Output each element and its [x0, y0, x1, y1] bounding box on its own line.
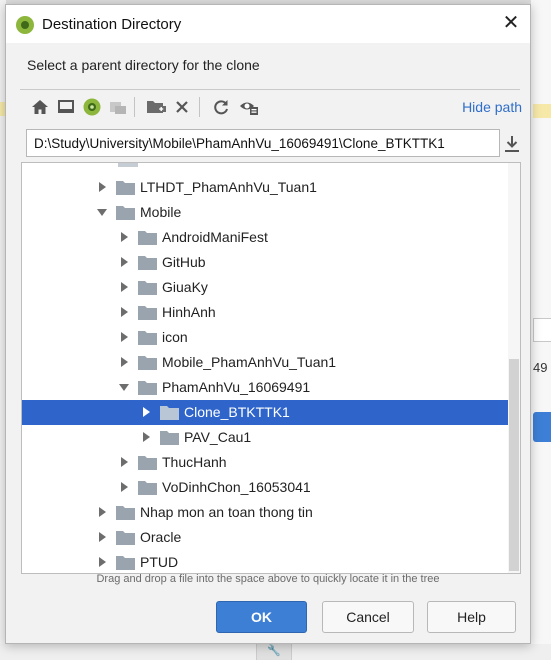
chevron-right-icon[interactable]	[96, 531, 108, 543]
tree-row-label: Mobile	[140, 204, 182, 220]
folder-icon	[116, 531, 135, 545]
tree-row-label: VoDinhChon_16053041	[162, 479, 311, 495]
folder-icon	[160, 406, 179, 420]
folder-icon	[116, 506, 135, 520]
tree-row[interactable]: LTHDT_PhamAnhVu_Tuan1	[22, 175, 508, 200]
tree-row[interactable]: AndroidManiFest	[22, 225, 508, 250]
chevron-right-icon[interactable]	[118, 306, 130, 318]
tree-row-label: GiuaKy	[162, 279, 208, 295]
dialog-subtitle: Select a parent directory for the clone	[27, 57, 260, 73]
destination-directory-dialog: Destination Directory ✕ Select a parent …	[5, 4, 531, 644]
file-chooser-toolbar: Hide path	[26, 93, 524, 121]
chevron-down-icon[interactable]	[96, 206, 108, 218]
tree-row[interactable]: Oracle	[22, 525, 508, 550]
dialog-title: Destination Directory	[42, 16, 182, 33]
close-icon[interactable]: ✕	[500, 13, 522, 35]
folder-icon	[116, 206, 135, 220]
chevron-right-icon[interactable]	[118, 481, 130, 493]
tree-row-label: icon	[162, 329, 188, 345]
tree-row[interactable]: Mobile	[22, 200, 508, 225]
tree-row[interactable]: ThucHanh	[22, 450, 508, 475]
background-text: 49	[533, 360, 548, 375]
tree-row-label: AndroidManiFest	[162, 229, 268, 245]
hide-path-link[interactable]: Hide path	[462, 99, 522, 115]
refresh-icon[interactable]	[210, 96, 232, 118]
chevron-right-icon[interactable]	[118, 281, 130, 293]
tree-row[interactable]: HinhAnh	[22, 300, 508, 325]
tree-row[interactable]: Mobile_PhamAnhVu_Tuan1	[22, 350, 508, 375]
folder-icon	[138, 281, 157, 295]
android-project-icon[interactable]	[81, 96, 103, 118]
tree-row-label: HinhAnh	[162, 304, 216, 320]
tree-row[interactable]: Nhap mon an toan thong tin	[22, 500, 508, 525]
home-icon[interactable]	[29, 96, 51, 118]
tree-row[interactable]: GiuaKy	[22, 275, 508, 300]
tree-row-label: GitHub	[162, 254, 206, 270]
folder-icon	[138, 356, 157, 370]
delete-icon[interactable]	[171, 96, 193, 118]
directory-tree[interactable]: LTHDT_PhamAnhVu_Tuan1 Mobile AndroidManiFe…	[21, 162, 521, 574]
tree-row-partial	[118, 163, 138, 167]
tree-row[interactable]: icon	[22, 325, 508, 350]
ok-button[interactable]: OK	[216, 601, 307, 633]
drag-drop-hint: Drag and drop a file into the space abov…	[96, 573, 440, 585]
new-folder-icon[interactable]	[145, 96, 167, 118]
folder-icon	[138, 481, 157, 495]
background-primary-button	[533, 412, 551, 442]
background-notification-strip-right	[533, 104, 551, 118]
path-input[interactable]	[26, 129, 500, 157]
background-wrench-icon: 🔧	[256, 644, 292, 660]
toolbar-separator	[199, 97, 200, 117]
tree-row[interactable]: PAV_Cau1	[22, 425, 508, 450]
tree-row-label: Oracle	[140, 529, 182, 545]
folder-icon	[138, 381, 157, 395]
tree-row-label: Clone_BTKTTK1	[184, 404, 290, 420]
tree-row[interactable]: GitHub	[22, 250, 508, 275]
chevron-right-icon[interactable]	[140, 406, 152, 418]
chevron-right-icon[interactable]	[140, 431, 152, 443]
tree-row-label: LTHDT_PhamAnhVu_Tuan1	[140, 179, 317, 195]
tree-scrollbar[interactable]	[508, 163, 520, 573]
title-bar: Destination Directory ✕	[6, 5, 530, 43]
folder-icon	[138, 306, 157, 320]
divider	[20, 89, 520, 90]
chevron-right-icon[interactable]	[118, 256, 130, 268]
tree-row[interactable]: PhamAnhVu_16069491	[22, 375, 508, 400]
folder-icon	[160, 431, 179, 445]
tree-row-label: ThucHanh	[162, 454, 227, 470]
chevron-right-icon[interactable]	[118, 456, 130, 468]
tree-row[interactable]: VoDinhChon_16053041	[22, 475, 508, 500]
folder-icon	[138, 331, 157, 345]
tree-row-label: PhamAnhVu_16069491	[162, 379, 311, 395]
toolbar-separator	[134, 97, 135, 117]
folder-icon	[116, 556, 135, 570]
scrollbar-thumb[interactable]	[509, 359, 519, 571]
chevron-right-icon[interactable]	[96, 181, 108, 193]
folder-icon	[138, 256, 157, 270]
tree-row-label: Mobile_PhamAnhVu_Tuan1	[162, 354, 337, 370]
help-button[interactable]: Help	[427, 601, 516, 633]
cancel-button[interactable]: Cancel	[322, 601, 414, 633]
tree-row[interactable]: Clone_BTKTTK1	[22, 400, 508, 425]
module-icon[interactable]	[107, 96, 129, 118]
chevron-right-icon[interactable]	[96, 556, 108, 568]
folder-icon	[116, 181, 135, 195]
background-input-box	[533, 318, 551, 342]
chevron-down-icon[interactable]	[118, 381, 130, 393]
chevron-right-icon[interactable]	[96, 506, 108, 518]
download-icon[interactable]	[502, 133, 522, 155]
tree-row[interactable]: PTUD	[22, 550, 508, 573]
tree-row-label: PAV_Cau1	[184, 429, 252, 445]
tree-row-label: PTUD	[140, 554, 179, 570]
chevron-right-icon[interactable]	[118, 331, 130, 343]
desktop-icon[interactable]	[55, 96, 77, 118]
tree-row-label: Nhap mon an toan thong tin	[140, 504, 313, 520]
chevron-right-icon[interactable]	[118, 231, 130, 243]
show-hidden-icon[interactable]	[238, 96, 260, 118]
folder-icon	[138, 456, 157, 470]
folder-icon	[138, 231, 157, 245]
android-studio-icon	[16, 16, 34, 34]
chevron-right-icon[interactable]	[118, 356, 130, 368]
